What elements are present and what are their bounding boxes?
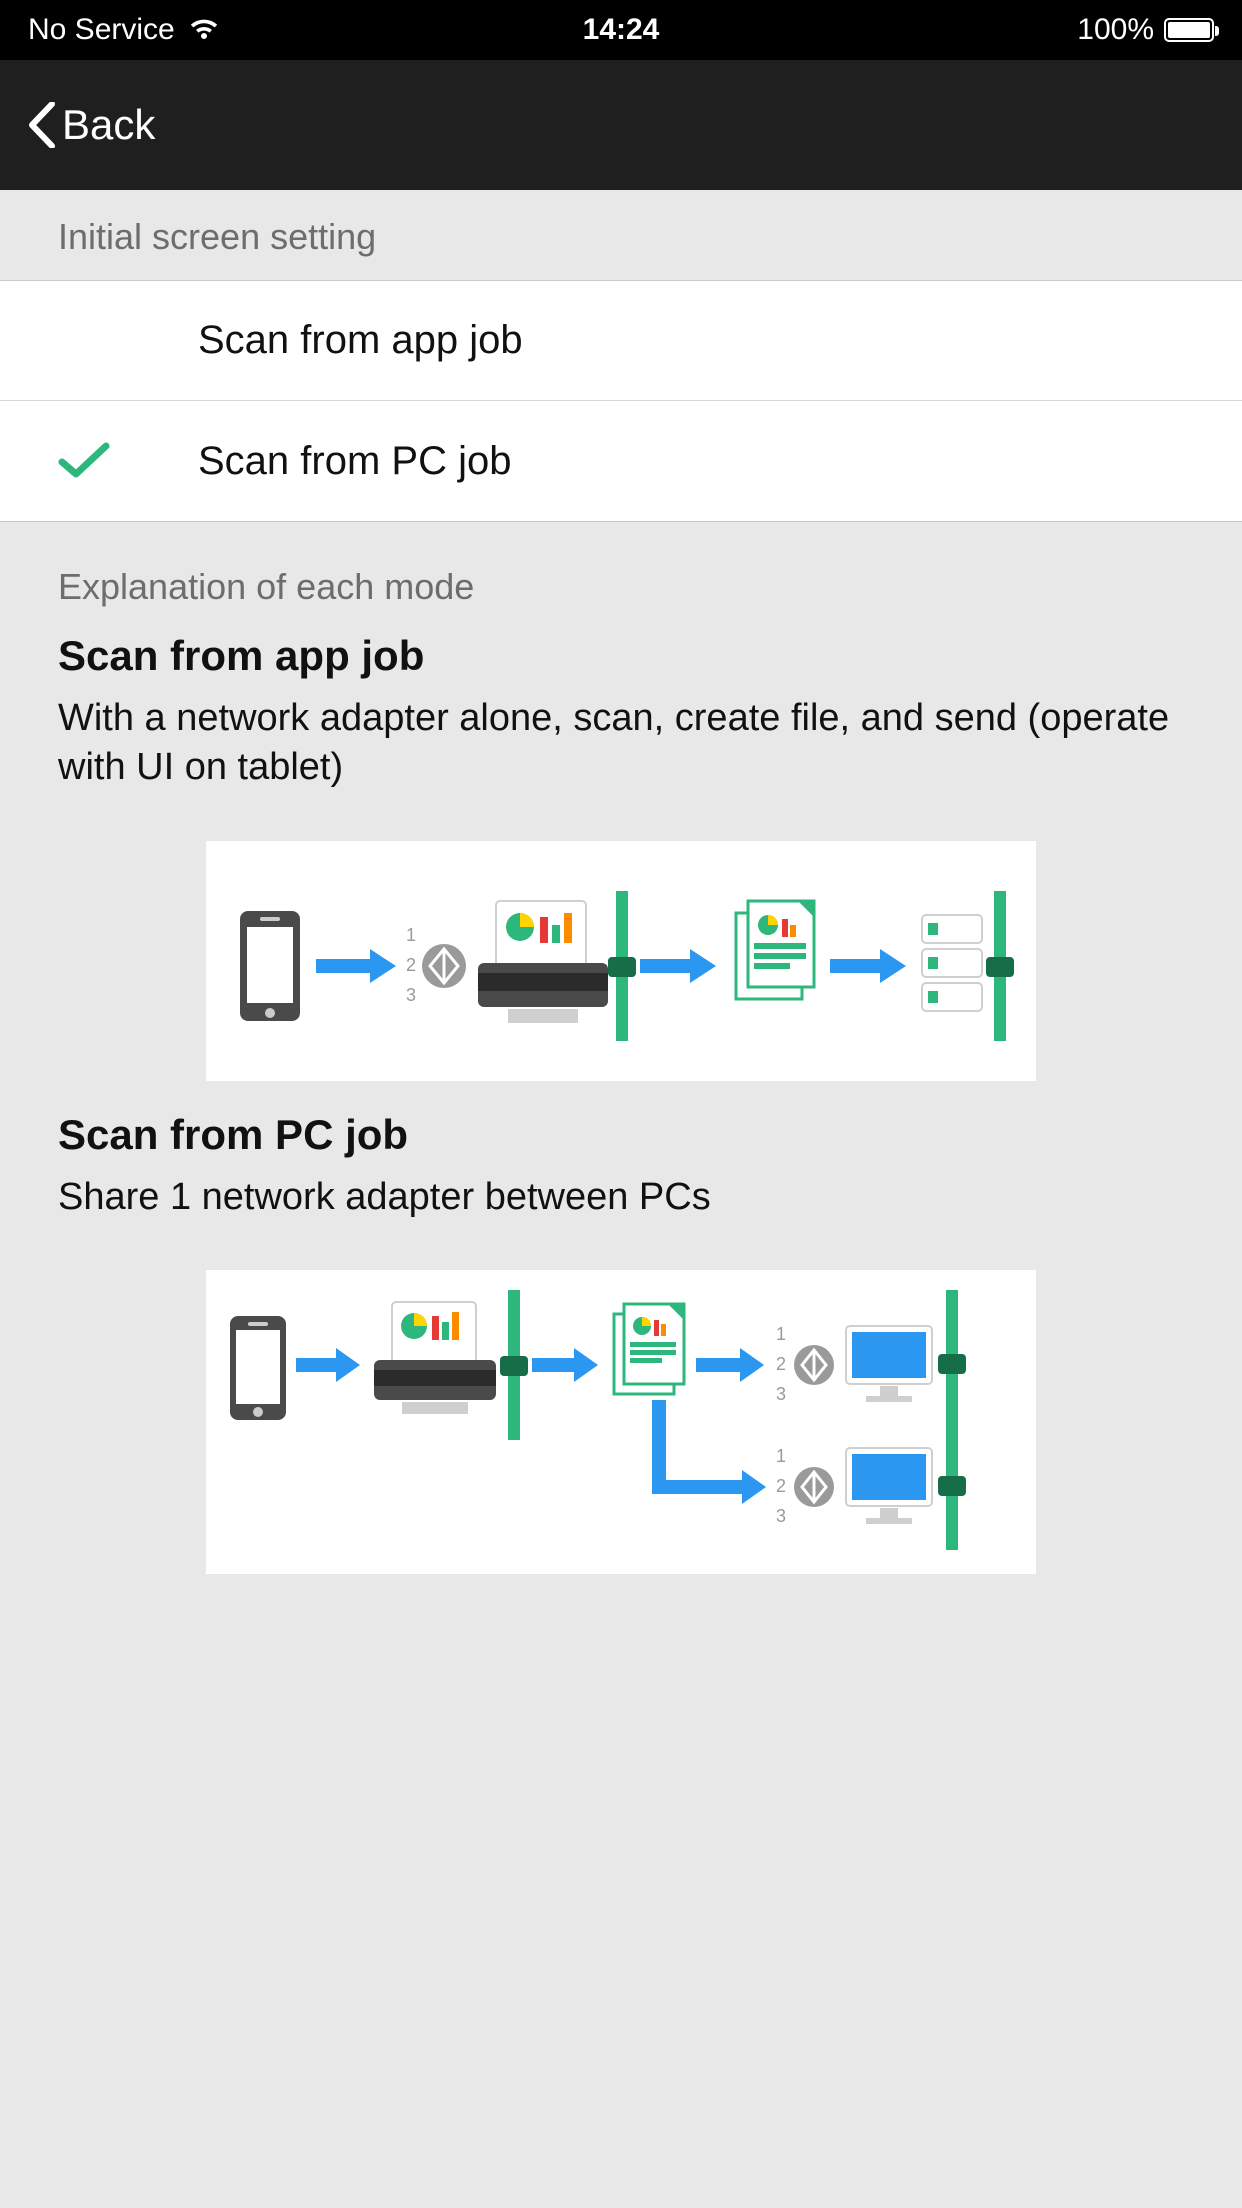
diagram-pc-flow: 1 2 3 1 2 3 bbox=[206, 1270, 1036, 1574]
battery-percent: 100% bbox=[1077, 13, 1154, 47]
svg-text:2: 2 bbox=[776, 1354, 786, 1374]
option-scan-from-app[interactable]: Scan from app job bbox=[0, 281, 1242, 401]
explain-pc: Scan from PC job Share 1 network adapter… bbox=[0, 1111, 1242, 1270]
checkmark-icon bbox=[58, 442, 110, 480]
explain-pc-text: Share 1 network adapter between PCs bbox=[58, 1173, 1184, 1222]
service-status: No Service bbox=[28, 13, 175, 47]
back-label: Back bbox=[62, 101, 155, 149]
options-list: Scan from app job Scan from PC job bbox=[0, 280, 1242, 522]
svg-text:2: 2 bbox=[776, 1476, 786, 1496]
battery-icon bbox=[1164, 18, 1214, 42]
option-label: Scan from PC job bbox=[198, 439, 511, 484]
diagram-app-flow: 1 2 3 bbox=[206, 841, 1036, 1081]
status-bar: No Service 14:24 100% bbox=[0, 0, 1242, 60]
svg-text:1: 1 bbox=[776, 1446, 786, 1466]
status-right: 100% bbox=[1077, 13, 1214, 47]
svg-text:3: 3 bbox=[776, 1384, 786, 1404]
back-button[interactable]: Back bbox=[28, 101, 155, 149]
svg-text:3: 3 bbox=[776, 1506, 786, 1526]
section-header-initial: Initial screen setting bbox=[0, 190, 1242, 280]
svg-text:1: 1 bbox=[776, 1324, 786, 1344]
status-time: 14:24 bbox=[583, 13, 660, 47]
status-left: No Service bbox=[28, 13, 219, 47]
option-label: Scan from app job bbox=[198, 318, 523, 363]
section-header-explain: Explanation of each mode bbox=[0, 522, 1242, 632]
chevron-left-icon bbox=[28, 102, 56, 148]
explain-app: Scan from app job With a network adapter… bbox=[0, 632, 1242, 841]
check-area bbox=[58, 442, 198, 480]
explain-app-text: With a network adapter alone, scan, crea… bbox=[58, 694, 1184, 793]
svg-text:2: 2 bbox=[406, 955, 416, 975]
nav-header: Back bbox=[0, 60, 1242, 190]
explain-pc-title: Scan from PC job bbox=[58, 1111, 1184, 1159]
wifi-icon bbox=[189, 18, 219, 42]
svg-text:1: 1 bbox=[406, 925, 416, 945]
svg-text:3: 3 bbox=[406, 985, 416, 1005]
option-scan-from-pc[interactable]: Scan from PC job bbox=[0, 401, 1242, 521]
explain-app-title: Scan from app job bbox=[58, 632, 1184, 680]
